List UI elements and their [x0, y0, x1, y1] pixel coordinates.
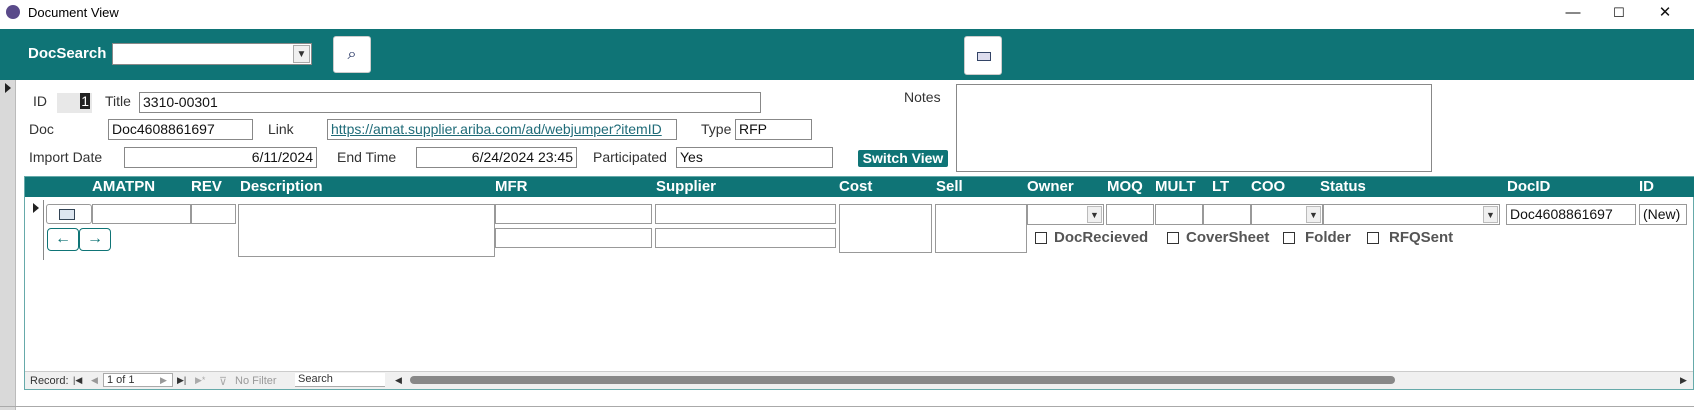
- col-header-rev: REV: [191, 178, 222, 195]
- chevron-down-icon[interactable]: ▼: [1306, 206, 1321, 223]
- col-header-cost: Cost: [839, 178, 873, 195]
- filter-icon: ⊽: [219, 376, 228, 388]
- coo-combo[interactable]: ▼: [1251, 204, 1323, 225]
- close-button[interactable]: ✕: [1642, 0, 1688, 26]
- status-bar: [0, 406, 1694, 410]
- chevron-down-icon[interactable]: ▼: [293, 45, 310, 63]
- first-record-icon[interactable]: |◀: [73, 375, 82, 386]
- next-record-icon[interactable]: ▶: [160, 375, 167, 386]
- scroll-left-icon[interactable]: ◀: [395, 375, 402, 386]
- subform-record-selector[interactable]: [28, 200, 44, 260]
- notes-field[interactable]: [956, 84, 1432, 172]
- scroll-right-icon[interactable]: ▶: [1680, 375, 1687, 386]
- lt-field[interactable]: [1203, 204, 1251, 225]
- open-record-button[interactable]: [46, 204, 92, 224]
- docid-field[interactable]: Doc4608861697: [1506, 204, 1636, 225]
- next-button[interactable]: →: [79, 228, 111, 251]
- record-search-input[interactable]: Search: [295, 373, 385, 387]
- supplier-field[interactable]: [655, 204, 836, 224]
- chevron-down-icon[interactable]: ▼: [1483, 206, 1498, 223]
- form-icon: [977, 52, 991, 61]
- col-header-id: ID: [1639, 178, 1654, 195]
- cover-sheet-label: CoverSheet: [1186, 229, 1270, 246]
- last-record-icon[interactable]: ▶|: [177, 375, 186, 386]
- status-combo[interactable]: ▼: [1323, 204, 1500, 225]
- id-field[interactable]: (New): [1639, 204, 1687, 225]
- col-header-mfr: MFR: [495, 178, 528, 195]
- col-header-docid: DocID: [1507, 178, 1551, 195]
- doc-field[interactable]: Doc4608861697: [108, 119, 253, 140]
- current-record-icon: [5, 83, 11, 93]
- rfq-sent-label: RFQSent: [1389, 229, 1454, 246]
- col-header-moq: MOQ: [1107, 178, 1143, 195]
- col-header-supplier: Supplier: [656, 178, 717, 195]
- title-field[interactable]: 3310-00301: [139, 92, 761, 113]
- horizontal-scrollbar-thumb[interactable]: [410, 376, 1395, 384]
- id-value: 1: [57, 93, 92, 113]
- folder-label: Folder: [1305, 229, 1351, 246]
- col-header-amatpn: AMATPN: [92, 178, 156, 195]
- mfr-field[interactable]: [495, 204, 652, 224]
- rev-field[interactable]: [191, 204, 236, 224]
- col-header-mult: MULT: [1155, 178, 1196, 195]
- previous-button[interactable]: ←: [47, 228, 79, 251]
- folder-checkbox[interactable]: [1283, 232, 1295, 244]
- amatpn-field[interactable]: [92, 204, 191, 224]
- record-selector[interactable]: [0, 80, 16, 410]
- supplier-field-2[interactable]: [655, 228, 836, 248]
- title-label: Title: [105, 93, 131, 109]
- description-field[interactable]: [238, 204, 495, 257]
- docsearch-combo[interactable]: ▼: [112, 43, 312, 65]
- window-titlebar: [0, 0, 1694, 26]
- no-filter-label[interactable]: No Filter: [235, 375, 277, 387]
- search-icon: ⌕: [347, 46, 357, 63]
- col-header-owner: Owner: [1027, 178, 1074, 195]
- type-label: Type: [701, 121, 732, 137]
- import-date-field[interactable]: 6/11/2024: [124, 147, 317, 168]
- switch-view-button[interactable]: Switch View: [858, 150, 948, 167]
- end-time-field[interactable]: 6/24/2024 23:45: [416, 147, 577, 168]
- link-field[interactable]: https://amat.supplier.ariba.com/ad/webju…: [327, 119, 677, 140]
- form-action-button[interactable]: [964, 36, 1002, 75]
- end-time-label: End Time: [337, 149, 397, 165]
- participated-label: Participated: [593, 149, 667, 165]
- participated-field[interactable]: Yes: [676, 147, 833, 168]
- import-date-label: Import Date: [29, 149, 103, 165]
- window-title: Document View: [28, 5, 119, 20]
- type-field[interactable]: RFP: [735, 119, 812, 140]
- mult-field[interactable]: [1155, 204, 1203, 225]
- form-icon: [59, 209, 75, 220]
- doc-recieved-label: DocRecieved: [1054, 229, 1149, 246]
- doc-label: Doc: [29, 121, 54, 137]
- col-header-description: Description: [240, 178, 323, 195]
- moq-field[interactable]: [1106, 204, 1154, 225]
- new-record-icon[interactable]: ▶*: [195, 375, 205, 386]
- mfr-field-2[interactable]: [495, 228, 652, 248]
- minimize-button[interactable]: —: [1550, 0, 1596, 26]
- rfq-sent-checkbox[interactable]: [1367, 232, 1379, 244]
- maximize-button[interactable]: ☐: [1596, 0, 1642, 26]
- owner-combo[interactable]: ▼: [1027, 204, 1104, 225]
- arrow-right-icon: →: [87, 230, 103, 247]
- notes-label: Notes: [904, 89, 941, 105]
- col-header-lt: LT: [1212, 178, 1230, 195]
- link-label: Link: [268, 121, 294, 137]
- id-label: ID: [33, 93, 47, 109]
- col-header-status: Status: [1320, 178, 1366, 195]
- col-header-coo: COO: [1251, 178, 1286, 195]
- prev-record-icon[interactable]: ◀: [91, 375, 98, 386]
- doc-recieved-checkbox[interactable]: [1035, 232, 1047, 244]
- search-button[interactable]: ⌕: [333, 36, 371, 73]
- cost-field[interactable]: [839, 204, 932, 253]
- app-icon: [6, 5, 20, 19]
- chevron-down-icon[interactable]: ▼: [1087, 206, 1102, 223]
- arrow-left-icon: ←: [55, 230, 71, 247]
- record-label: Record:: [30, 375, 69, 387]
- cover-sheet-checkbox[interactable]: [1167, 232, 1179, 244]
- current-record-icon: [33, 203, 39, 213]
- docsearch-label: DocSearch: [28, 45, 107, 62]
- sell-field[interactable]: [935, 204, 1027, 253]
- col-header-sell: Sell: [936, 178, 963, 195]
